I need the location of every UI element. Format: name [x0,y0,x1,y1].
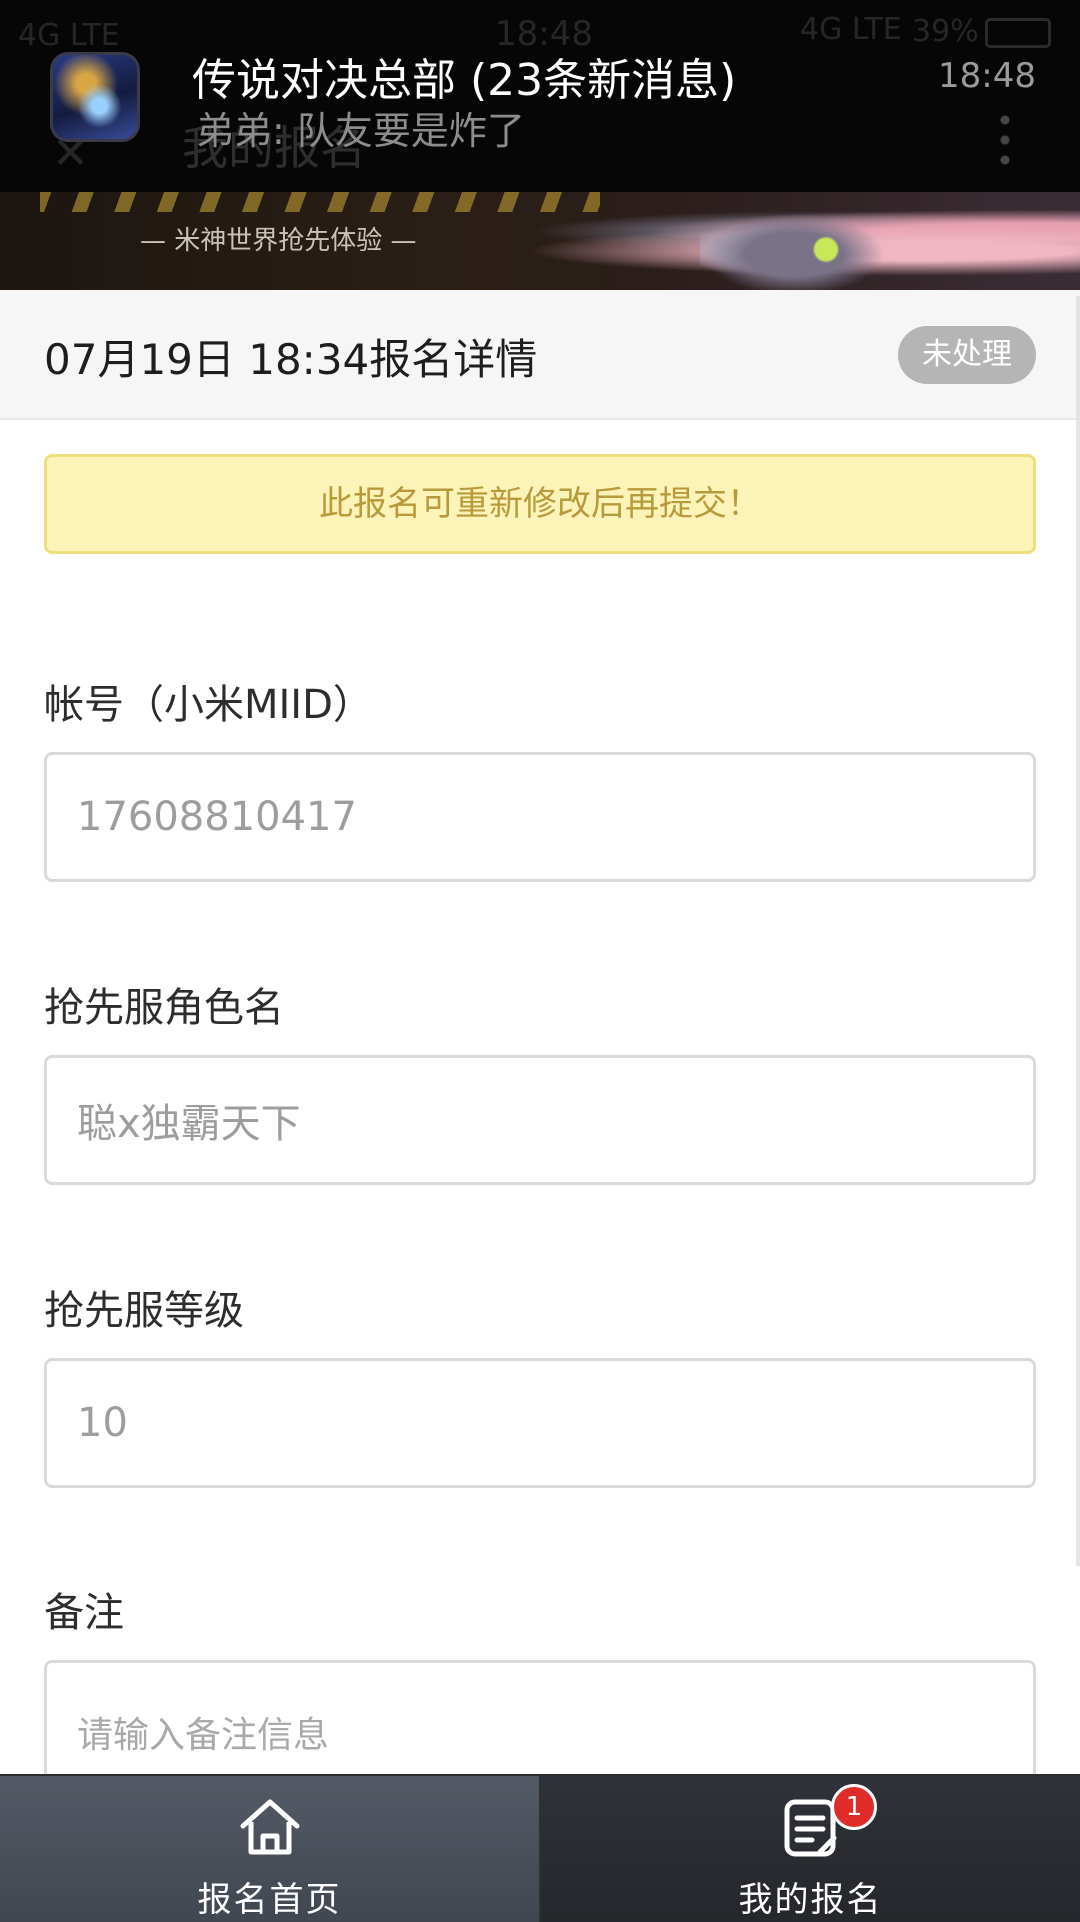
role-name-label: 抢先服角色名 [44,985,284,1031]
home-icon [240,1799,299,1855]
notification-preview: 弟弟: 队友要是炸了 [196,109,525,153]
notification-banner[interactable]: 4G LTE 18:48 4G LTE 39% ✕ 我的报名 传说对决总部 (2… [0,0,1080,192]
battery-percent: 39% [912,14,979,49]
level-label: 抢先服等级 [44,1288,244,1334]
status-badge: 未处理 [898,326,1036,384]
scrollbar[interactable] [1076,296,1080,1566]
account-label: 帐号（小米MIID） [44,682,373,728]
registration-detail-title: 07月19日 18:34报名详情 [44,335,538,384]
nav-tab-home[interactable]: 报名首页 [0,1776,541,1922]
role-name-field[interactable] [44,1055,1036,1185]
level-field[interactable] [44,1358,1036,1488]
status-network-right: 4G LTE [800,12,902,47]
bottom-nav: 报名首页 1 我的报名 [0,1774,1080,1922]
more-menu-icon[interactable] [1000,110,1010,170]
banner-character-art [700,202,910,290]
nav-tab-my-registrations[interactable]: 1 我的报名 [541,1776,1080,1922]
resubmit-notice: 此报名可重新修改后再提交！ [44,454,1036,554]
battery-icon [985,18,1051,48]
banner-gold-text-decoration [40,192,600,212]
nav-my-registrations-label: 我的报名 [738,1880,883,1920]
registration-detail-header: 07月19日 18:34报名详情 未处理 [0,290,1080,420]
nav-home-label: 报名首页 [197,1880,342,1920]
notification-title: 传说对决总部 (23条新消息) [192,55,737,106]
notification-count-badge: 1 [831,1784,877,1830]
status-network-left: 4G LTE [18,18,120,53]
event-banner: — 米神世界抢先体验 — [0,192,1080,290]
remark-label: 备注 [44,1590,124,1636]
notification-time: 18:48 [938,56,1036,96]
banner-tagline: — 米神世界抢先体验 — [140,226,417,256]
account-field[interactable] [44,752,1036,882]
game-app-icon [50,52,140,142]
